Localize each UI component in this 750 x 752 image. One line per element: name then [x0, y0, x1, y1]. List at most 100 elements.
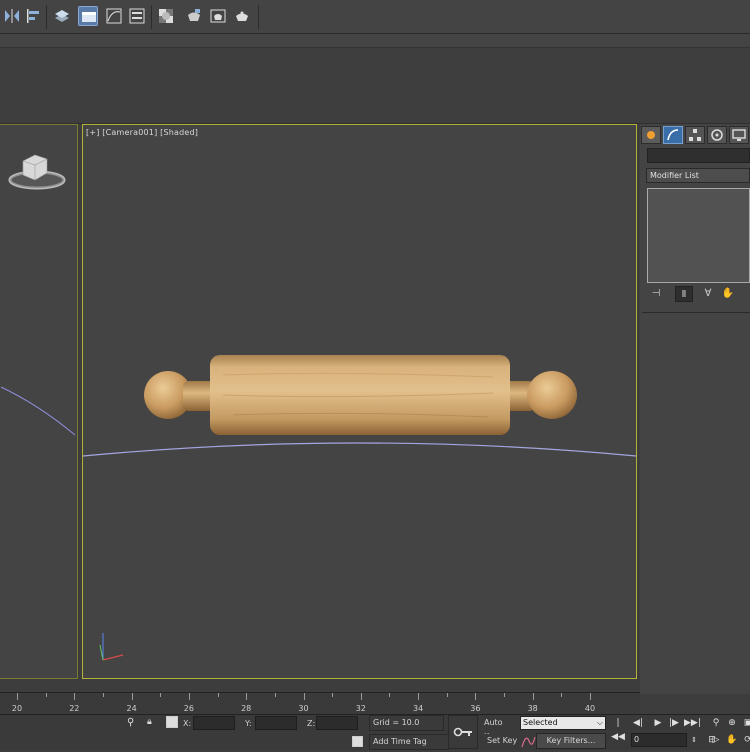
hierarchy-tab-icon[interactable] — [685, 126, 705, 144]
key-mode-dropdown[interactable]: Selected ⌵ — [520, 716, 606, 730]
key-icon — [453, 727, 472, 737]
x-label: X: — [183, 719, 192, 728]
timeline-tick-label: 28 — [241, 704, 252, 713]
toolbar-separator — [46, 5, 47, 29]
display-tab-icon[interactable] — [729, 126, 749, 144]
x-coordinate-field[interactable] — [193, 716, 235, 730]
zoom-icon[interactable]: ⚲ — [708, 716, 724, 730]
orbit-icon[interactable]: ⟳ — [740, 733, 750, 747]
key-filters-button[interactable]: Key Filters... — [536, 733, 606, 749]
timeline-tick-minor — [561, 693, 563, 697]
y-coordinate-field[interactable] — [255, 716, 297, 730]
timeline-tick-major — [246, 693, 248, 700]
pan-icon[interactable]: ✋ — [724, 733, 740, 747]
rendered-frame-window-icon[interactable] — [208, 6, 228, 26]
timeline-tick-minor — [446, 693, 448, 697]
field-of-view-icon[interactable]: ▷ — [708, 733, 724, 747]
align-icon[interactable] — [24, 6, 44, 26]
create-tab-icon[interactable] — [641, 126, 661, 144]
pin-stack-icon[interactable]: ⊣ — [647, 286, 665, 302]
timeline-tick-major — [188, 693, 190, 700]
z-coordinate-field[interactable] — [316, 716, 358, 730]
modifier-stack[interactable] — [647, 188, 750, 283]
ground-curve — [83, 442, 636, 457]
material-editor-icon[interactable] — [156, 6, 176, 26]
modifier-list-dropdown[interactable]: Modifier List — [646, 168, 750, 183]
key-mode-value: Selected — [523, 718, 558, 727]
frame-spinner-icon[interactable]: ⇕ — [686, 733, 702, 747]
show-end-result-icon[interactable]: Ⅱ — [675, 286, 693, 302]
timeline-tick-label: 22 — [69, 704, 80, 713]
go-to-start-icon[interactable]: |◀◀ — [610, 716, 626, 742]
timeline-tick-major — [131, 693, 133, 700]
toolbar-separator — [151, 5, 152, 29]
set-key-button[interactable]: Set Key — [484, 734, 518, 750]
timeline-tick-minor — [332, 693, 334, 697]
timeline-tick-minor — [45, 693, 47, 697]
previous-frame-icon[interactable]: ◀| — [630, 716, 646, 730]
z-label: Z: — [307, 719, 316, 728]
y-label: Y: — [245, 719, 252, 728]
curve-editor-icon[interactable] — [104, 6, 124, 26]
absolute-mode-icon[interactable] — [166, 716, 178, 728]
timeline-tick-minor — [274, 693, 276, 697]
mirror-icon[interactable] — [2, 6, 22, 26]
next-frame-icon[interactable]: |▶ — [666, 716, 682, 730]
timeline-tick-major — [303, 693, 305, 700]
timeline-tick-major — [360, 693, 362, 700]
layer-manager-icon[interactable] — [52, 6, 72, 26]
lock-selection-icon[interactable]: ⚲ — [127, 717, 134, 728]
timeline-tick-minor — [389, 693, 391, 697]
timeline-tick-minor — [504, 693, 506, 697]
stack-buttons: ⊣ Ⅱ ∀ ✋ — [645, 286, 750, 304]
ribbon-panel — [0, 48, 750, 124]
make-unique-icon[interactable]: ∀ — [699, 286, 717, 302]
grid-readout: Grid = 10.0 — [369, 715, 444, 731]
scene-render — [83, 355, 636, 661]
timeline-tick-label: 30 — [298, 704, 309, 713]
timeline-tick-label: 38 — [527, 704, 538, 713]
time-tag-icon[interactable] — [352, 736, 363, 747]
scene-explorer-icon[interactable] — [78, 6, 98, 26]
lock-icon[interactable]: 🔒︎ — [147, 717, 152, 727]
zoom-extents-icon[interactable]: ▣ — [740, 716, 750, 730]
toolbar-separator — [258, 5, 259, 29]
panel-divider — [642, 312, 750, 313]
timeline-tick-label: 24 — [126, 704, 137, 713]
motion-tab-icon[interactable] — [707, 126, 727, 144]
zoom-all-icon[interactable]: ⊕ — [724, 716, 740, 730]
timeline-tick-minor — [217, 693, 219, 697]
add-time-tag-button[interactable]: Add Time Tag — [369, 734, 449, 750]
axis-tripod-icon — [99, 633, 124, 661]
timeline-tick-major — [74, 693, 76, 700]
render-setup-icon[interactable] — [184, 6, 204, 26]
timeline-tick-major — [475, 693, 477, 700]
current-frame-field[interactable]: 0 — [631, 733, 687, 747]
rolling-pin-model[interactable] — [144, 355, 577, 435]
timeline-tick-major — [418, 693, 420, 700]
chevron-down-icon: ⌵ — [596, 718, 603, 727]
timeline-tick-label: 32 — [355, 704, 366, 713]
timeline-tick-label: 34 — [413, 704, 424, 713]
timeline-tick-label: 40 — [584, 704, 596, 713]
viewport-left[interactable] — [0, 124, 78, 679]
viewport-camera[interactable]: [+] [Camera001] [Shaded] — [82, 124, 637, 679]
modify-tab-icon[interactable] — [663, 126, 683, 144]
schematic-view-icon[interactable] — [127, 6, 147, 26]
track-bar[interactable]: 20 22 24 26 28 30 32 34 36 38 40 — [0, 692, 640, 714]
auto-key-button[interactable]: Auto Key — [481, 716, 519, 741]
timeline-tick-label: 26 — [183, 704, 194, 713]
object-name-field[interactable] — [647, 148, 750, 163]
render-production-icon[interactable] — [232, 6, 252, 26]
timeline-tick-major — [532, 693, 534, 700]
ribbon-strip — [0, 34, 750, 48]
timeline-tick-major — [590, 693, 591, 700]
go-to-end-icon[interactable]: ▶▶| — [684, 716, 701, 730]
timeline-tick-minor — [102, 693, 104, 697]
curve-icon[interactable] — [520, 733, 536, 749]
viewcube-icon[interactable] — [0, 125, 79, 680]
timeline-tick-major — [17, 693, 18, 700]
set-keys-button[interactable] — [448, 715, 478, 749]
play-icon[interactable]: ▶ — [650, 716, 666, 730]
remove-modifier-icon[interactable]: ✋ — [719, 286, 737, 302]
